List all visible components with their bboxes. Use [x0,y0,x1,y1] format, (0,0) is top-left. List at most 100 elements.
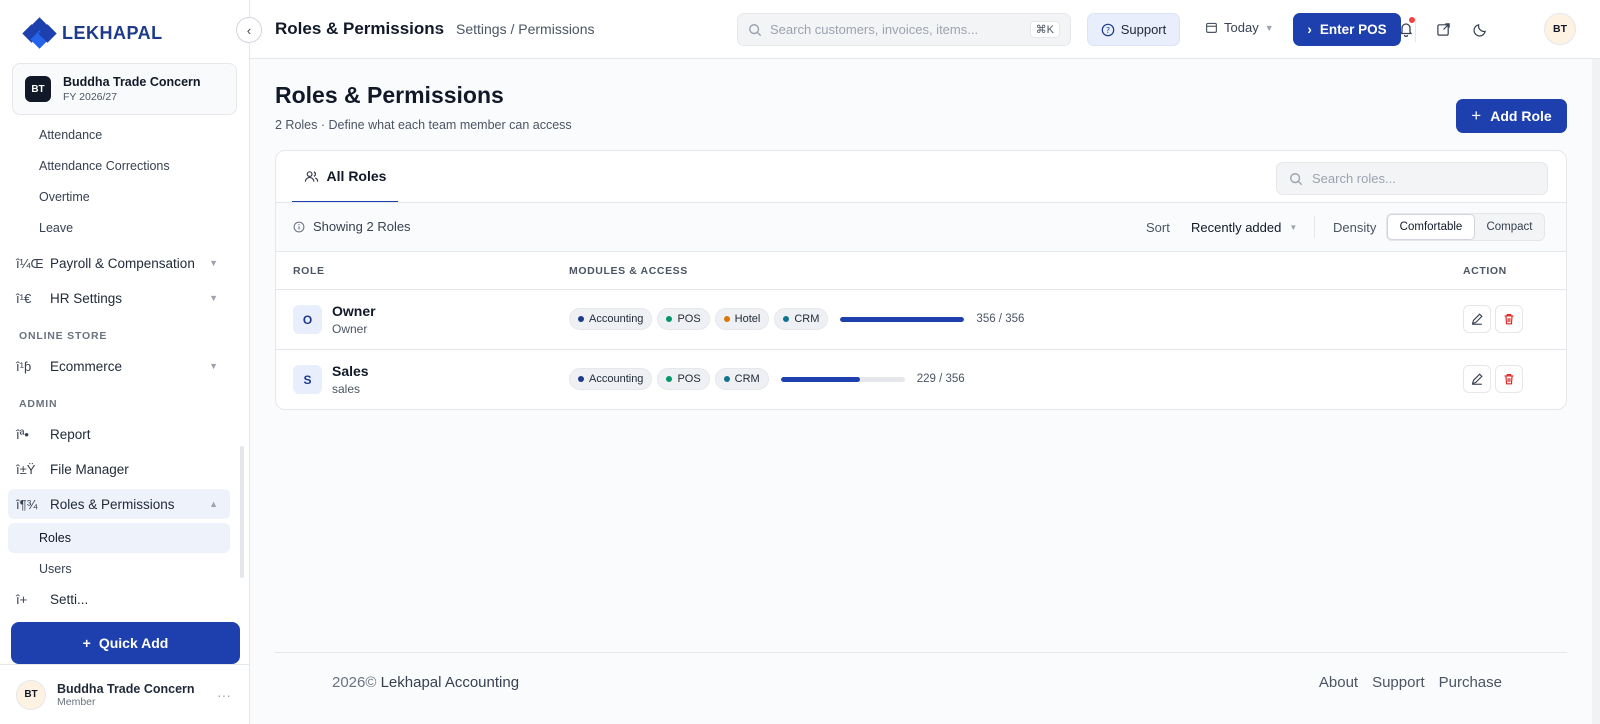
sidebar-item-overtime[interactable]: Overtime [39,190,90,204]
topbar: Roles & Permissions › Settings / Permiss… [250,0,1600,59]
module-list: Accounting POS CRM 229 / 356 [569,368,965,390]
user-menu[interactable]: BT Buddha Trade Concern Member ··· [0,664,249,724]
sidebar-scrollbar[interactable] [240,446,244,578]
chevron-left-icon: ‹ [246,22,252,38]
role-name: Owner [332,303,376,319]
table-row[interactable]: S Sales sales Accounting POS CRM 229 / 3… [276,350,1566,409]
sidebar-item-payroll[interactable]: î¼Œ Payroll & Compensation ▼ [8,248,230,278]
global-search-input[interactable]: Search customers, invoices, items... ⌘K [737,13,1071,46]
sidebar-item-label: Setti... [50,591,89,607]
notification-dot [1409,17,1415,23]
support-button[interactable]: ? Support [1087,13,1180,46]
page-subtitle: 2 Roles · Define what each team member c… [275,118,572,132]
theme-toggle-button[interactable] [1469,18,1491,40]
breadcrumb[interactable]: Settings / Permissions [456,21,595,37]
sidebar-item-roles[interactable]: Roles [8,523,230,553]
sidebar-item-settings[interactable]: î+ Setti... [8,584,230,610]
roles-permissions-icon: î¶¾ [16,496,38,512]
sidebar-item-roles-permissions[interactable]: î¶¾ Roles & Permissions ▲ [8,489,230,519]
quick-add-button[interactable]: + Quick Add [11,622,240,664]
search-icon [1290,172,1303,185]
avatar[interactable]: BT [1544,13,1576,45]
tab-all-roles[interactable]: All Roles [292,151,398,203]
footer-link-about[interactable]: About [1319,674,1358,691]
module-chip: CRM [714,368,769,390]
trash-icon [1504,314,1514,325]
page-title: Roles & Permissions [275,82,504,108]
density-compact[interactable]: Compact [1475,214,1544,240]
delete-role-button[interactable] [1495,365,1523,393]
section-admin: ADMIN [19,398,58,410]
sidebar-item-label: Ecommerce [50,358,123,374]
module-chip: CRM [774,308,829,330]
sidebar-collapse-button[interactable]: ‹ [236,17,262,43]
sidebar-item-leave[interactable]: Leave [39,221,73,235]
main-scrollbar[interactable] [1592,59,1600,724]
sidebar-item-report[interactable]: îª• Report [8,419,230,449]
role-avatar: O [293,305,322,334]
chevron-down-icon: ▼ [209,258,218,268]
moon-icon [1472,23,1486,37]
module-label: Accounting [589,373,644,385]
open-external-button[interactable] [1432,18,1454,40]
module-chip: Accounting [569,308,653,330]
enter-pos-button[interactable]: › Enter POS [1293,13,1401,46]
more-horizontal-icon[interactable]: ··· [217,687,231,703]
sidebar-item-attendance-corrections[interactable]: Attendance Corrections [39,159,170,173]
density-toggle: Comfortable Compact [1386,213,1545,241]
search-placeholder: Search roles... [1312,171,1396,186]
delete-role-button[interactable] [1495,305,1523,333]
chevron-down-icon: ▼ [1289,223,1298,232]
trash-icon [1504,374,1514,385]
logo-mark-icon [22,17,57,49]
org-switcher[interactable]: BT Buddha Trade Concern FY 2026/27 [12,63,237,115]
module-chip: Accounting [569,368,653,390]
role-name: Sales [332,363,369,379]
module-label: POS [677,313,701,325]
density-label: Density [1333,220,1377,235]
notifications-button[interactable] [1395,17,1417,40]
sidebar-item-file-manager[interactable]: î±Ÿ File Manager [8,454,230,484]
search-placeholder: Search customers, invoices, items... [770,22,979,37]
module-dot [783,316,790,322]
chevron-right-icon: › [1307,22,1312,37]
module-dot [723,376,730,382]
sort-dropdown[interactable]: Recently added ▼ [1191,220,1297,235]
add-role-button[interactable]: + Add Role [1456,99,1567,133]
info-icon [293,221,305,232]
sidebar-item-label: HR Settings [50,290,123,306]
edit-role-button[interactable] [1463,305,1491,333]
search-icon [749,23,762,36]
plus-icon: + [82,635,91,651]
quick-add-label: Quick Add [98,635,169,651]
roles-card: All Roles Search roles... Showing 2 Role… [275,150,1567,410]
column-role: ROLE [293,265,325,277]
enter-pos-label: Enter POS [1319,22,1387,37]
role-search-input[interactable]: Search roles... [1276,162,1548,195]
footer-links: About Support Purchase [1319,674,1502,691]
module-chip: POS [657,308,710,330]
access-progress-bar [840,316,965,322]
sort-value: Recently added [1191,220,1282,235]
org-fiscal-year: FY 2026/27 [63,91,118,103]
table-row[interactable]: O Owner Owner Accounting POS Hotel CRM 3… [276,290,1566,350]
sidebar-item-label: Roles & Permissions [50,496,175,512]
edit-role-button[interactable] [1463,365,1491,393]
sidebar-item-ecommerce[interactable]: î¹ƥ Ecommerce ▼ [8,351,230,381]
access-progress-fill [780,376,861,382]
sidebar-item-label: File Manager [50,461,129,477]
report-icon: îª• [16,426,29,442]
chevron-down-icon: ▼ [1264,22,1274,33]
sidebar-item-hr-settings[interactable]: î¹€ HR Settings ▼ [8,283,230,313]
brand-logo[interactable]: LEKHAPAL [22,17,163,49]
footer-link-purchase[interactable]: Purchase [1439,674,1502,691]
density-comfortable[interactable]: Comfortable [1387,214,1475,240]
brand-name: LEKHAPAL [62,22,163,43]
column-action: ACTION [1463,265,1507,277]
chevron-down-icon: ▼ [209,293,218,303]
sidebar-item-attendance[interactable]: Attendance [39,128,102,142]
sidebar-item-users[interactable]: Users [39,562,72,576]
footer-link-support[interactable]: Support [1372,674,1425,691]
date-filter-dropdown[interactable]: Today ▼ [1205,20,1274,35]
settings-icon: î+ [16,591,28,607]
